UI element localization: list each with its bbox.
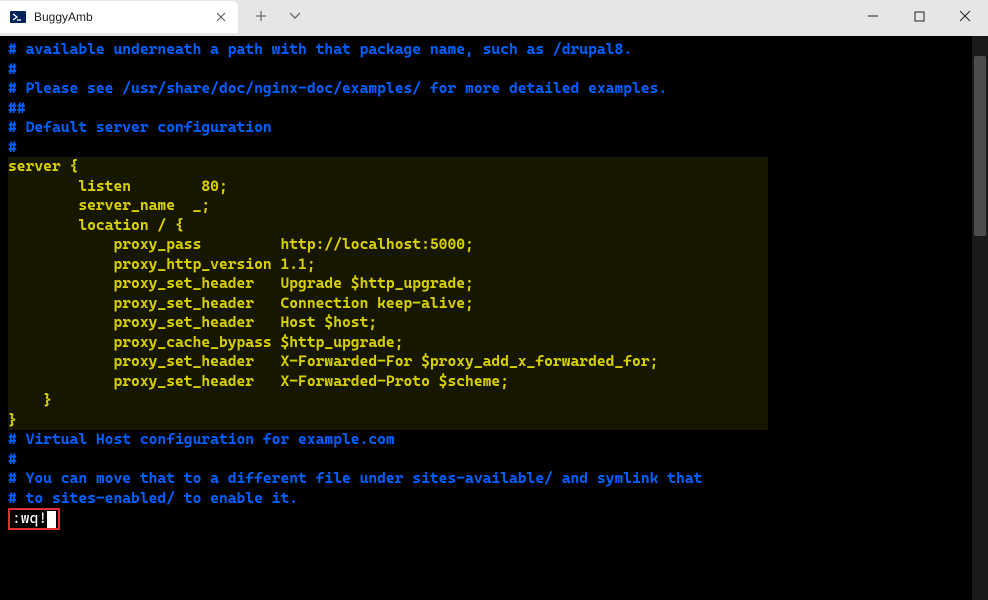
tab-actions [244, 0, 312, 32]
terminal-line: ## [8, 99, 980, 119]
tab-title: BuggyAmb [34, 10, 206, 24]
powershell-icon [10, 9, 26, 25]
vim-command-line[interactable]: :wq! [8, 508, 980, 530]
terminal-line: # to sites-enabled/ to enable it. [8, 489, 980, 509]
terminal-line: proxy_set_header X-Forwarded-Proto $sche… [8, 372, 980, 392]
terminal-pane[interactable]: # available underneath a path with that … [0, 36, 988, 600]
tab-active[interactable]: BuggyAmb [0, 1, 238, 33]
title-bar: BuggyAmb [0, 0, 988, 36]
terminal-line: # Virtual Host configuration for example… [8, 430, 980, 450]
terminal-line: # [8, 138, 980, 158]
new-tab-button[interactable] [244, 0, 278, 32]
dropdown-button[interactable] [278, 0, 312, 32]
terminal-line: # Default server configuration [8, 118, 980, 138]
terminal-line: # You can move that to a different file … [8, 469, 980, 489]
terminal-line: proxy_set_header Host $host; [8, 313, 980, 333]
minimize-button[interactable] [850, 0, 896, 32]
terminal-line: proxy_set_header Connection keep-alive; [8, 294, 980, 314]
terminal-line: server_name _; [8, 196, 980, 216]
window-controls [850, 0, 988, 32]
terminal-line: proxy_pass http://localhost:5000; [8, 235, 980, 255]
terminal-line: location / { [8, 216, 980, 236]
close-window-button[interactable] [942, 0, 988, 32]
terminal-line: # [8, 450, 980, 470]
scrollbar-vertical[interactable] [972, 36, 988, 600]
terminal-line: server { [8, 157, 980, 177]
terminal-line: listen 80; [8, 177, 980, 197]
terminal-line: proxy_http_version 1.1; [8, 255, 980, 275]
maximize-button[interactable] [896, 0, 942, 32]
terminal-line: proxy_set_header Upgrade $http_upgrade; [8, 274, 980, 294]
terminal-line: } [8, 391, 980, 411]
terminal-line: proxy_cache_bypass $http_upgrade; [8, 333, 980, 353]
scrollbar-thumb[interactable] [974, 56, 986, 236]
terminal-line: } [8, 411, 980, 431]
tab-close-button[interactable] [214, 10, 228, 24]
terminal-line: # [8, 60, 980, 80]
terminal-line: # Please see /usr/share/doc/nginx-doc/ex… [8, 79, 980, 99]
terminal-line: # available underneath a path with that … [8, 40, 980, 60]
terminal-line: proxy_set_header X-Forwarded-For $proxy_… [8, 352, 980, 372]
